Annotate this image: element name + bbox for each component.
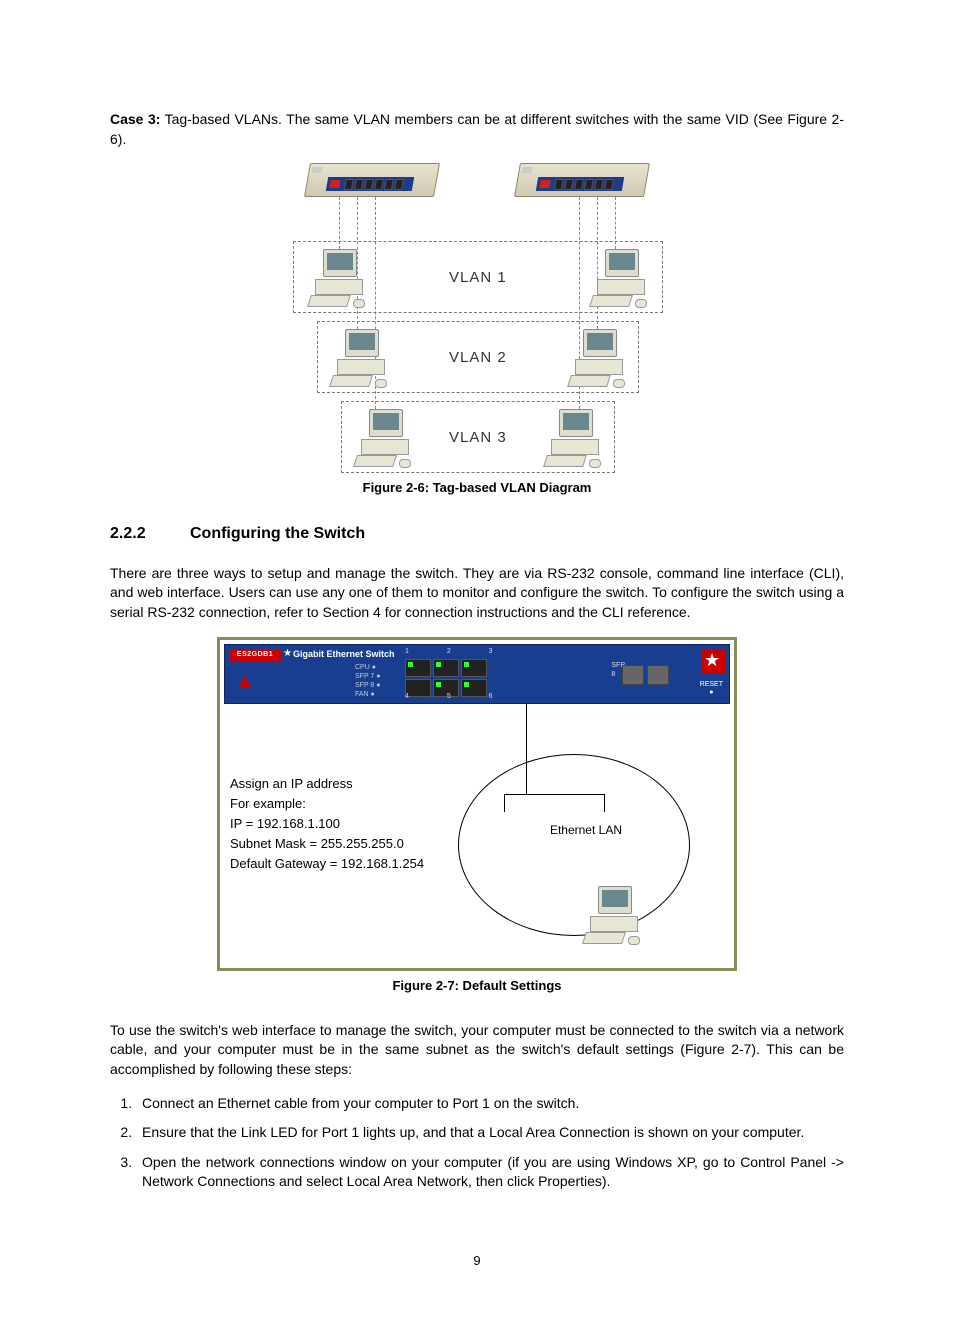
- computer-icon: [307, 249, 365, 307]
- vlan1-label: VLAN 1: [449, 267, 507, 288]
- ethernet-lan-label: Ethernet LAN: [550, 822, 622, 839]
- computer-icon: [329, 329, 387, 387]
- switch-brand-badge: ES2GDB1: [229, 649, 281, 661]
- case3-paragraph: Case 3: Tag-based VLANs. The same VLAN m…: [110, 110, 844, 149]
- section-title: Configuring the Switch: [190, 525, 365, 542]
- port-numbers-bottom: 4 5 6: [405, 692, 511, 702]
- switch-vendor-logo-icon: ▲: [235, 667, 255, 695]
- section-heading: 2.2.2Configuring the Switch: [110, 523, 844, 545]
- assign-line: Subnet Mask = 255.255.255.0: [230, 834, 424, 854]
- vlan2-label: VLAN 2: [449, 347, 507, 368]
- page-number: 9: [110, 1252, 844, 1270]
- section-number: 2.2.2: [110, 523, 190, 545]
- figure-2-6-caption: Figure 2-6: Tag-based VLAN Diagram: [110, 479, 844, 497]
- assign-line: For example:: [230, 794, 424, 814]
- steps-list: Connect an Ethernet cable from your comp…: [136, 1094, 844, 1192]
- step-item: Ensure that the Link LED for Port 1 ligh…: [136, 1123, 844, 1143]
- section-para1: There are three ways to setup and manage…: [110, 564, 844, 623]
- computer-icon: [543, 409, 601, 467]
- step-item: Open the network connections window on y…: [136, 1153, 844, 1192]
- figure-2-6: VLAN 1 VLAN 2 VLAN 3: [287, 163, 667, 473]
- computer-icon: [353, 409, 411, 467]
- port-numbers-top: 1 2 3: [405, 647, 511, 657]
- para-web-interface: To use the switch's web interface to man…: [110, 1021, 844, 1080]
- star-icon: ★: [283, 647, 292, 661]
- switch-right-icon: [517, 163, 647, 197]
- brand-star-icon: [701, 649, 725, 673]
- case3-label: Case 3:: [110, 111, 160, 127]
- case3-text: Tag-based VLANs. The same VLAN members c…: [110, 111, 844, 147]
- ethernet-lan-oval-icon: [458, 754, 690, 936]
- reset-label: RESET ●: [700, 681, 723, 697]
- vlan3-label: VLAN 3: [449, 427, 507, 448]
- step-item: Connect an Ethernet cable from your comp…: [136, 1094, 844, 1114]
- assign-line: Assign an IP address: [230, 774, 424, 794]
- sfp-ports-icon: [622, 665, 669, 685]
- assign-line: Default Gateway = 192.168.1.254: [230, 854, 424, 874]
- computer-icon: [567, 329, 625, 387]
- figure-2-7: ES2GDB1 ★ Gigabit Ethernet Switch ▲ CPU …: [217, 637, 737, 971]
- computer-icon: [589, 249, 647, 307]
- switch-front-panel: ES2GDB1 ★ Gigabit Ethernet Switch ▲ CPU …: [224, 644, 730, 704]
- assign-line: IP = 192.168.1.100: [230, 814, 424, 834]
- computer-icon: [582, 886, 640, 944]
- switch-led-labels: CPU ● SFP 7 ● SFP 8 ● FAN ●: [355, 663, 381, 699]
- ip-settings-text: Assign an IP address For example: IP = 1…: [230, 774, 424, 874]
- figure-2-7-caption: Figure 2-7: Default Settings: [110, 977, 844, 995]
- switch-left-icon: [307, 163, 437, 197]
- switch-title: Gigabit Ethernet Switch: [293, 648, 395, 661]
